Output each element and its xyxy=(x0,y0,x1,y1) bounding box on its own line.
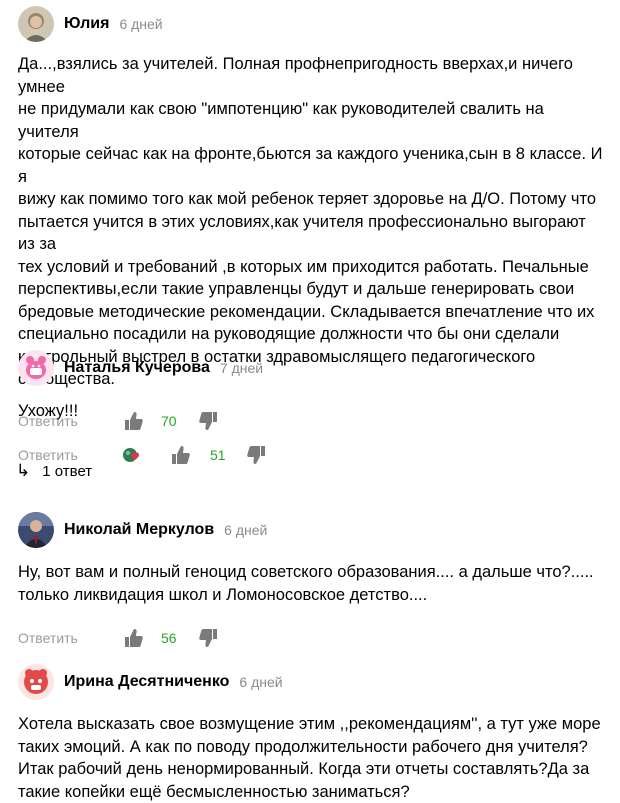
reply-button[interactable]: Ответить xyxy=(18,630,78,646)
thumb-up-icon[interactable] xyxy=(124,628,144,648)
comment: Наталья Кучерова 7 дней Ухожу!!! Ответит… xyxy=(18,350,606,468)
comment-time: 6 дней xyxy=(239,674,283,690)
comment-text: Да...,взялись за учителей. Полная профне… xyxy=(18,55,603,388)
author-name[interactable]: Николай Меркулов xyxy=(64,521,214,539)
author-name[interactable]: Ирина Десятниченко xyxy=(64,673,229,691)
author-name[interactable]: Юлия xyxy=(64,15,109,33)
thumb-up-icon[interactable] xyxy=(171,445,191,465)
comment-actions: Ответить 51 xyxy=(18,442,606,468)
avatar[interactable] xyxy=(18,350,54,386)
comment-time: 7 дней xyxy=(219,360,264,376)
reactions-icon[interactable] xyxy=(122,445,142,465)
comment-header: Николай Меркулов 6 дней xyxy=(18,512,606,548)
comment-time: 6 дней xyxy=(224,522,268,538)
comment-time: 6 дней xyxy=(119,16,163,32)
avatar[interactable] xyxy=(18,6,54,42)
thumb-down-icon[interactable] xyxy=(198,628,218,648)
like-count: 51 xyxy=(210,446,226,463)
comment-header: Юлия 6 дней xyxy=(18,6,606,42)
reply-arrow-icon: ↳ xyxy=(16,461,31,480)
avatar[interactable] xyxy=(18,512,54,548)
comment-header: Ирина Десятниченко 6 дней xyxy=(18,664,606,700)
author-name[interactable]: Наталья Кучерова xyxy=(64,359,210,377)
comment-text: Хотела высказать свое возмущение этим ,,… xyxy=(18,715,601,801)
comment-text: Ну, вот вам и полный геноцид советского … xyxy=(18,563,594,604)
comment: Ирина Десятниченко 6 дней Хотела высказа… xyxy=(18,664,606,803)
comment-header: Наталья Кучерова 7 дней xyxy=(18,350,606,386)
like-count: 56 xyxy=(161,630,177,646)
show-replies-button[interactable]: ↳ 1 ответ xyxy=(16,461,92,481)
comment-text: Ухожу!!! xyxy=(18,402,79,420)
comment-actions: Ответить 56 xyxy=(18,625,606,651)
replies-count: 1 ответ xyxy=(42,462,93,480)
comment: Николай Меркулов 6 дней Ну, вот вам и по… xyxy=(18,512,606,651)
avatar[interactable] xyxy=(18,664,54,700)
thumb-down-icon[interactable] xyxy=(246,445,266,465)
